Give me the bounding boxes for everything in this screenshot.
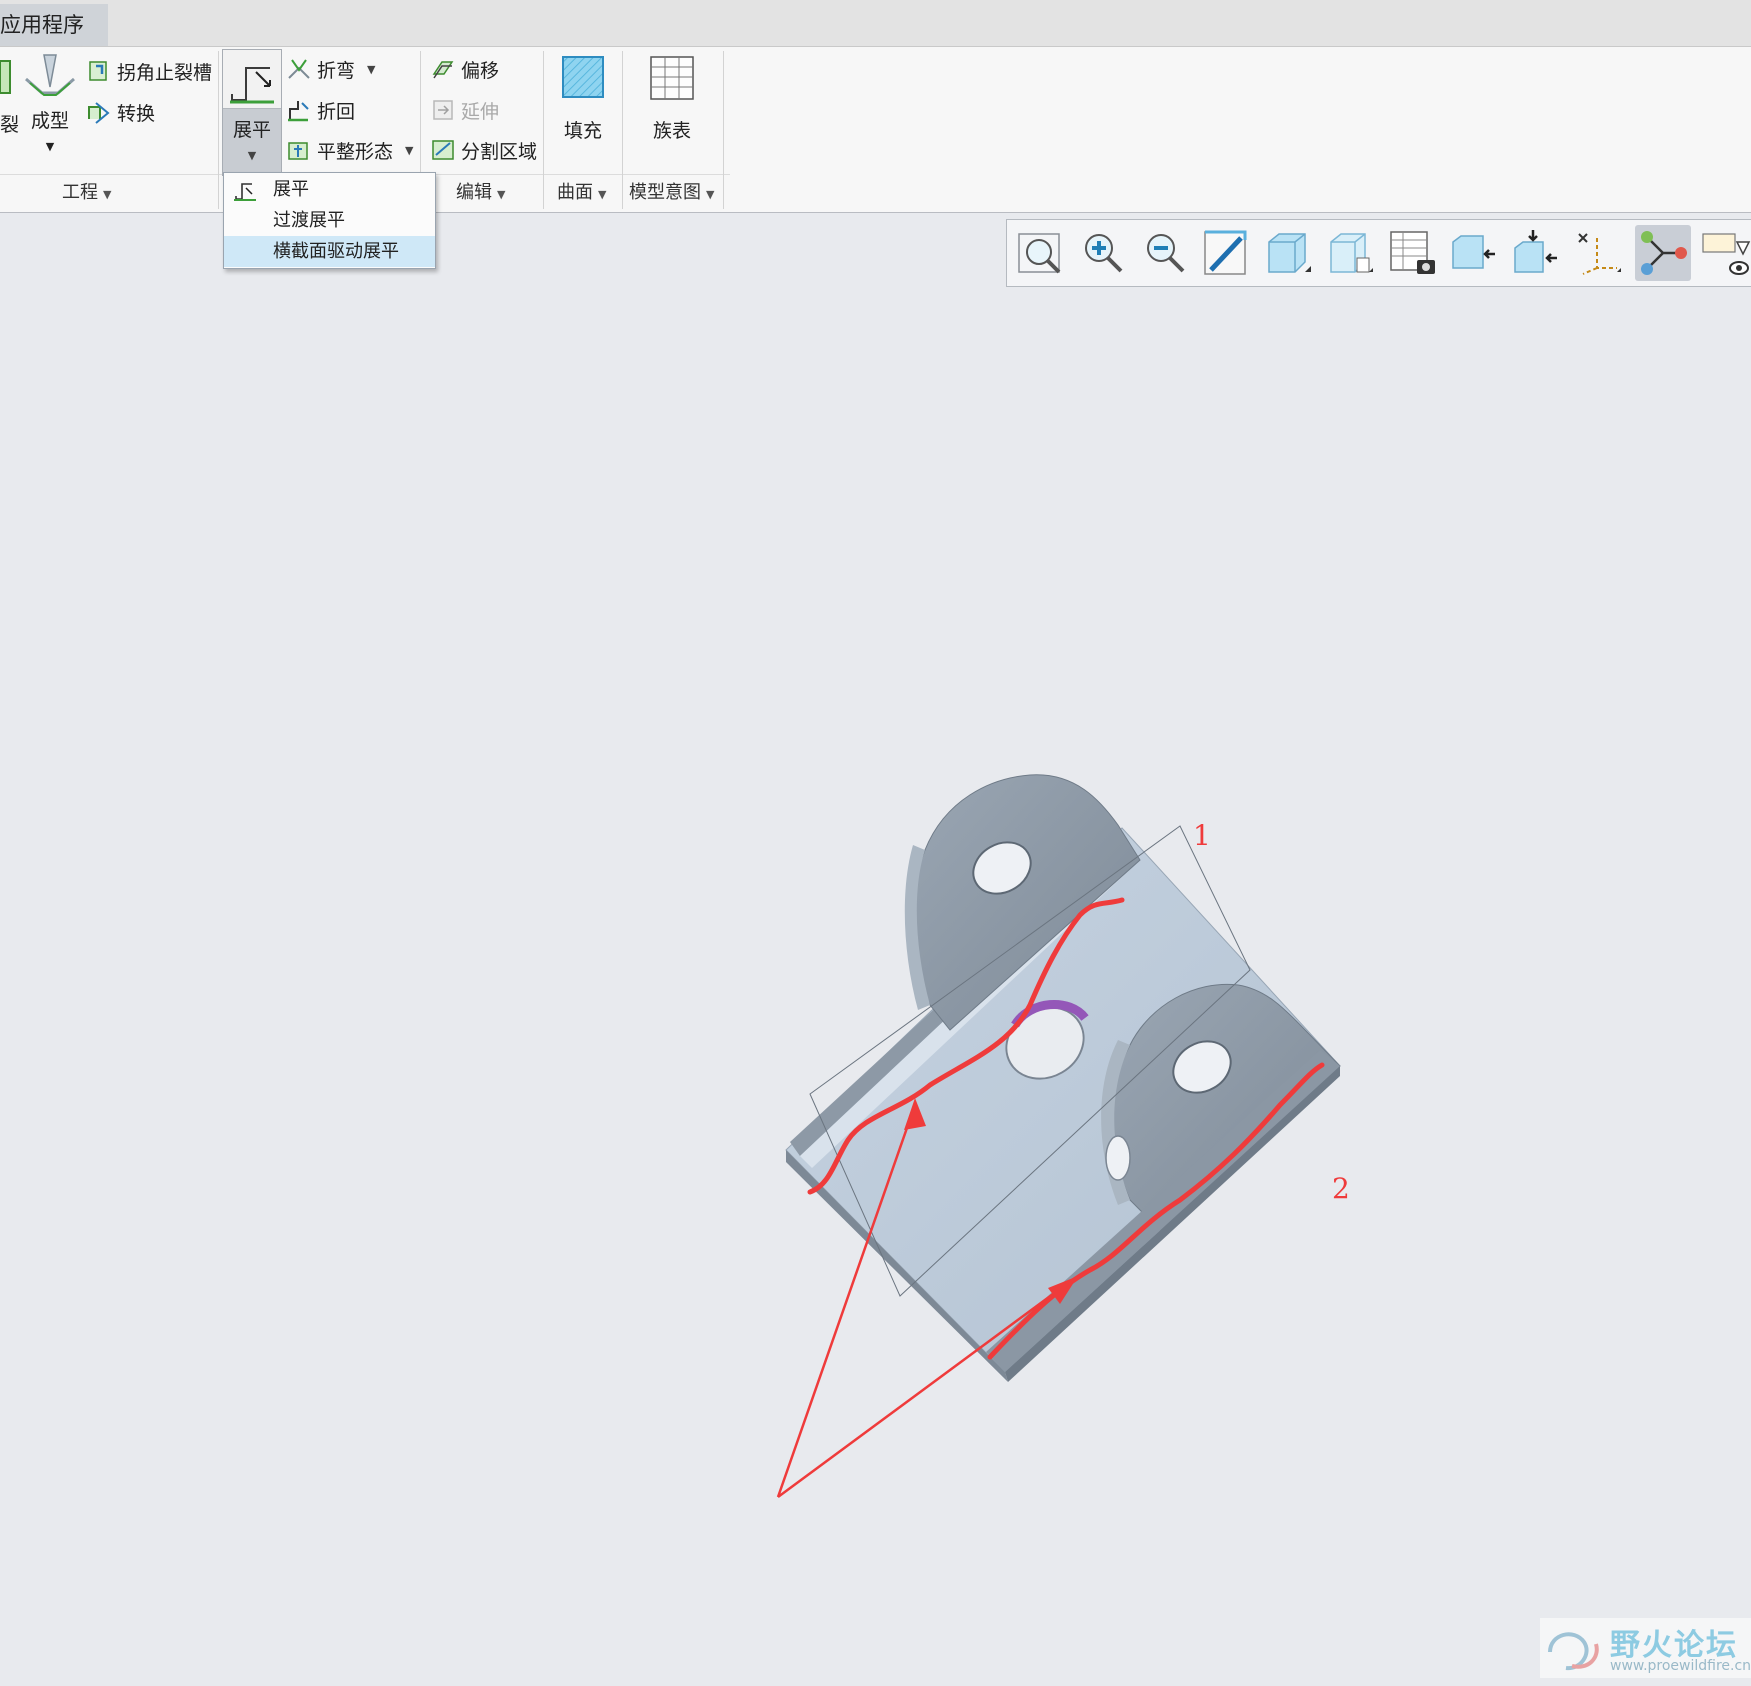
annotation-arrows [776,1104,1073,1499]
zoom-out-icon[interactable] [1139,228,1189,278]
spin-center-icon[interactable] [1635,225,1691,281]
menu-item-flatten-label: 展平 [273,179,309,200]
arrow-head-1 [904,1098,926,1130]
ribbon-tab-strip: 应用程序 [0,0,1751,47]
bend-back-label: 折回 [317,100,356,123]
corner-relief-icon [89,61,107,81]
arrow-line-1 [776,1104,917,1498]
tab-applications[interactable]: 应用程序 [0,4,108,46]
flat-state-icon [288,142,308,160]
menu-item-cross-section-flatten[interactable]: 横截面驱动展平 [224,236,435,267]
extend-label: 延伸 [461,100,500,123]
saved-orientations-icon[interactable] [1325,228,1375,278]
convert-icon [88,102,110,124]
menu-item-flatten[interactable]: 展平 [224,174,435,205]
menu-item-transition-flatten[interactable]: 过渡展平 [224,205,435,236]
family-table-button[interactable]: 族表 [640,55,704,143]
bend-label: 折弯 [317,59,356,82]
flatten-small-icon [234,183,256,201]
forum-watermark: 野火论坛 www.proewildfire.cn [1540,1618,1751,1678]
offset-button[interactable]: 偏移 [430,53,499,85]
family-table-label: 族表 [652,120,691,142]
fill-label: 填充 [563,120,602,142]
flatten-dropdown-arrow[interactable]: ▼ [248,149,256,162]
group-engineering-label: 工程 [62,182,98,203]
repaint-icon[interactable] [1201,228,1251,278]
bend-button[interactable]: 折弯 ▼ [286,53,375,85]
flat-state-label: 平整形态 [317,140,394,163]
extend-icon [433,100,453,120]
arrow-line-2 [777,1278,1073,1499]
partial-tool-label[interactable]: 裂 [0,107,19,139]
group-separator [543,51,544,209]
family-table-icon [650,56,694,100]
offset-icon [432,61,454,79]
group-surface[interactable]: 曲面 ▼ [557,179,606,207]
datum-plane-outline [809,825,1251,1297]
flatten-icon [230,67,274,104]
menu-item-transition-flatten-label: 过渡展平 [273,210,345,231]
annotation-label-1: 1 [1193,819,1211,852]
partial-tool-text: 裂 [0,113,20,136]
datum-display-icon[interactable] [1573,228,1623,278]
red-annotations [807,897,1325,1360]
group-model-intent[interactable]: 模型意图 ▼ [629,179,714,207]
annotation-label-2: 2 [1332,1172,1350,1205]
bend-back-button[interactable]: 折回 [286,94,355,126]
watermark-url: www.proewildfire.cn [1610,1658,1751,1674]
group-surface-label: 曲面 [557,182,593,203]
extend-button[interactable]: 延伸 [430,94,499,126]
group-model-intent-label: 模型意图 [629,182,701,203]
split-area-label: 分割区域 [461,140,538,163]
annotation-curve-1 [807,897,1125,1195]
convert-label: 转换 [117,102,156,125]
corner-relief-label: 拐角止裂槽 [117,61,213,84]
flatten-label: 展平 [232,119,271,141]
group-separator [723,51,724,209]
zoom-in-icon[interactable] [1077,228,1127,278]
annotation-curve-2 [987,1062,1325,1360]
view-manager-icon[interactable] [1387,228,1437,278]
group-editing[interactable]: 编辑 ▼ [456,179,505,207]
section-icon[interactable] [1449,228,1499,278]
flat-state-button[interactable]: 平整形态 ▼ [286,134,413,166]
offset-label: 偏移 [461,59,500,82]
graphics-view-toolbar [1006,219,1751,287]
convert-button[interactable]: 转换 [86,96,155,128]
fill-button[interactable]: 填充 [553,55,613,143]
group-separator [218,51,219,209]
watermark-logo-icon [1548,1632,1599,1671]
group-engineering[interactable]: 工程 ▼ [62,179,111,207]
split-area-icon [432,140,454,160]
group-editing-label: 编辑 [456,182,492,203]
display-style-icon[interactable] [1263,228,1313,278]
flatten-icon-area [223,50,281,109]
bend-back-icon [288,101,309,122]
form-dropdown-arrow[interactable]: ▼ [46,140,54,153]
bend-icon [288,59,310,79]
menu-item-cross-section-flatten-label: 横截面驱动展平 [273,241,399,262]
form-icon [25,54,75,96]
appearance-icon[interactable] [1701,228,1751,278]
annotation-display-icon[interactable] [1511,228,1561,278]
flatten-button[interactable]: 展平 ▼ [222,49,282,176]
refit-icon[interactable] [1015,228,1065,278]
split-area-button[interactable]: 分割区域 [430,134,537,166]
arrow-head-2 [1048,1276,1078,1304]
sheetmetal-part[interactable] [785,774,1341,1382]
flatten-dropdown-menu: 展平 过渡展平 横截面驱动展平 [223,172,436,269]
form-button[interactable]: 成型 ▼ [24,53,76,155]
partial-tool-icon [0,60,11,94]
fill-icon [562,56,604,98]
group-separator [622,51,623,209]
corner-relief-button[interactable]: 拐角止裂槽 [86,55,212,87]
form-label: 成型 [30,110,69,132]
